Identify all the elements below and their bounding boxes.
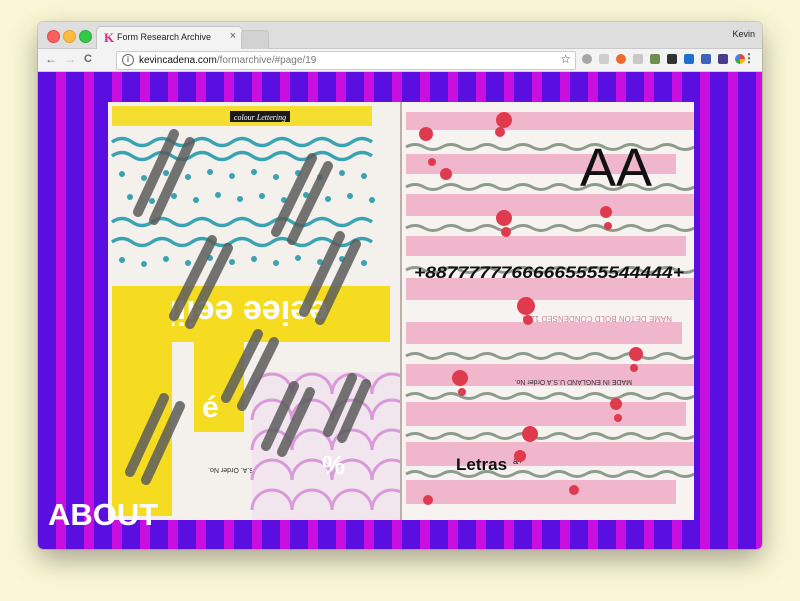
right-specimen-2-text: MADE IN ENGLAND U.S.A Order No. bbox=[514, 378, 632, 385]
extension-evernote-icon[interactable] bbox=[667, 54, 677, 64]
left-caption-text: S.A. Order No. bbox=[208, 466, 254, 473]
new-tab-button[interactable] bbox=[241, 30, 269, 49]
page-content: colour Lettering eeiee eeiiii é S.A. Ord… bbox=[38, 72, 762, 549]
extension-grey-icon[interactable] bbox=[599, 54, 609, 64]
extension-orange-icon[interactable] bbox=[616, 54, 626, 64]
browser-menu-icon[interactable]: ⋮ bbox=[743, 51, 755, 65]
extension-pen-icon[interactable] bbox=[650, 54, 660, 64]
extension-dark-blue-icon[interactable] bbox=[701, 54, 711, 64]
browser-window: K Form Research Archive × Kevin ← → C i … bbox=[38, 22, 762, 549]
right-specimen-1-text: NAME DETON BOLD CONDENSED 12-B bbox=[522, 314, 672, 323]
left-page-artwork: colour Lettering eeiee eeiiii é S.A. Ord… bbox=[110, 106, 400, 520]
close-window-button[interactable] bbox=[47, 30, 60, 43]
tab-close-icon[interactable]: × bbox=[230, 30, 236, 42]
right-heading-text: AA bbox=[580, 138, 652, 198]
extension-purple-icon[interactable] bbox=[718, 54, 728, 64]
browser-toolbar: ← → C i kevincadena.com/formarchive/#pag… bbox=[38, 49, 762, 72]
extension-cloud-icon[interactable] bbox=[582, 54, 592, 64]
left-heading-text: colour Lettering bbox=[234, 113, 286, 122]
url-host: kevincadena.com bbox=[139, 55, 217, 66]
right-word-text: Letras bbox=[456, 455, 507, 474]
book-page-right: AA +88777777666665555544444+ NAME DETON … bbox=[402, 102, 694, 520]
tab-title: Form Research Archive bbox=[117, 32, 212, 42]
tab-form-research-archive[interactable]: K Form Research Archive × bbox=[96, 26, 243, 49]
minimize-window-button[interactable] bbox=[63, 30, 76, 43]
right-numerals-text: +88777777666665555544444+ bbox=[414, 263, 684, 282]
profile-user-button[interactable]: Kevin bbox=[732, 29, 755, 39]
site-info-icon[interactable]: i bbox=[122, 54, 134, 66]
favicon-k-icon: K bbox=[104, 30, 115, 45]
url-path: /formarchive/#page/19 bbox=[216, 55, 317, 66]
url-text[interactable]: kevincadena.com/formarchive/#page/19 bbox=[139, 55, 316, 66]
title-bar: K Form Research Archive × Kevin bbox=[38, 22, 762, 49]
bookmark-star-icon[interactable]: ☆ bbox=[560, 52, 571, 66]
zoom-window-button[interactable] bbox=[79, 30, 92, 43]
left-percent-text: % bbox=[322, 450, 345, 480]
reload-icon[interactable]: C bbox=[84, 52, 92, 66]
left-accent-text: é bbox=[202, 391, 219, 424]
back-arrow-icon[interactable]: ← bbox=[45, 52, 57, 66]
forward-arrow-icon[interactable]: → bbox=[64, 52, 76, 66]
about-link[interactable]: ABOUT bbox=[48, 497, 158, 533]
extension-blue-icon[interactable] bbox=[684, 54, 694, 64]
right-page-artwork: AA +88777777666665555544444+ NAME DETON … bbox=[405, 112, 694, 505]
extension-box-icon[interactable] bbox=[633, 54, 643, 64]
address-bar[interactable]: i kevincadena.com/formarchive/#page/19 ☆ bbox=[116, 51, 576, 70]
book-page-left: colour Lettering eeiee eeiiii é S.A. Ord… bbox=[108, 102, 400, 520]
